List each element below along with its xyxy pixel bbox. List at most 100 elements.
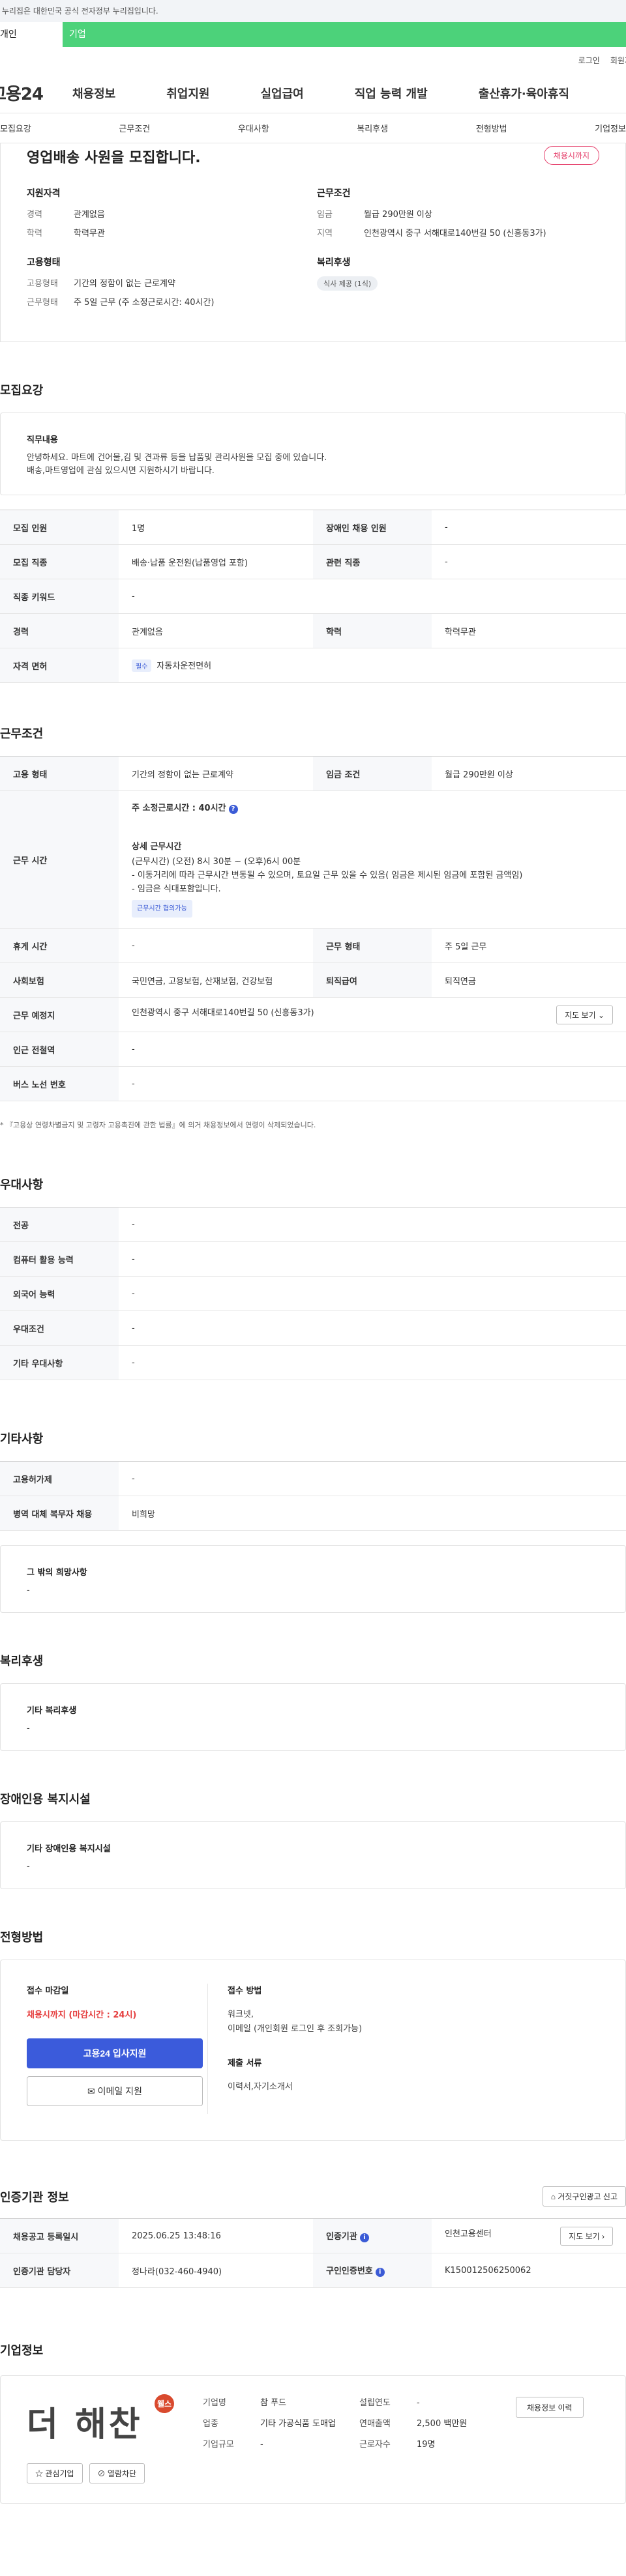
- info-icon[interactable]: i: [359, 2233, 369, 2242]
- method-heading: 접수 방법: [228, 1986, 262, 1996]
- agency-label-text: 인증기관: [326, 2232, 357, 2242]
- gnb-parental-leave[interactable]: 출산휴가·육아휴직: [479, 85, 569, 102]
- insurance-label: 사회보험: [0, 962, 119, 998]
- email-apply-button[interactable]: ✉ 이메일 지원: [27, 2076, 203, 2106]
- tab-process[interactable]: 전형방법: [476, 122, 507, 134]
- detail-hours-heading: 상세 근무시간: [132, 842, 182, 852]
- gnb-vocational-training[interactable]: 직업 능력 개발: [355, 85, 428, 102]
- info-icon[interactable]: i: [375, 2268, 385, 2277]
- work-type-label: 근무 형태: [313, 928, 432, 963]
- tab-preferences[interactable]: 우대사항: [238, 122, 269, 134]
- work-table: 고용 형태 기간의 정함이 없는 근로계약 임금 조건 월급 290만원 이상 …: [0, 756, 626, 1101]
- company-logo: 더 해찬 웰스: [27, 2394, 203, 2457]
- break-time-label: 휴게 시간: [0, 928, 119, 963]
- recruit-table: 모집 인원 1명 장애인 채용 인원 - 모집 직종 배송·납품 운전원(납품영…: [0, 510, 626, 683]
- map-view-button[interactable]: 지도 보기 ⌄: [556, 1005, 613, 1024]
- table-row: 기타 우대사항 -: [0, 1345, 626, 1380]
- related-job-label: 관련 직종: [313, 544, 432, 579]
- company-name-label: 기업명: [203, 2398, 226, 2408]
- chevron-right-icon: ›: [602, 2231, 604, 2241]
- report-fake-ad-button[interactable]: ⌂ 거짓구인광고 신고: [542, 2186, 626, 2207]
- tab-recruit[interactable]: 모집요강: [0, 122, 31, 134]
- table-row: 전공 -: [0, 1207, 626, 1242]
- recruit-section-title: 모집요강: [0, 384, 44, 398]
- bus-value: -: [119, 1066, 626, 1101]
- employment-heading: 고용형태: [27, 257, 61, 268]
- table-row: 인근 전철역 -: [0, 1032, 626, 1067]
- facility-value: -: [27, 1862, 30, 1872]
- preference-table: 전공 - 컴퓨터 활용 능력 - 외국어 능력 - 우대조건 - 기타 우대사항 -: [0, 1207, 626, 1380]
- process-box: 접수 마감일 채용시까지 (마감시간 : 24시) 고용24 입사지원 ✉ 이메…: [0, 1960, 626, 2141]
- founded-label: 설립연도: [359, 2398, 391, 2408]
- table-row: 자격 면허 필수 자동차운전면허: [0, 648, 626, 683]
- mail-icon: ✉: [87, 2086, 95, 2096]
- agency-header: 인증기관 정보 ⌂ 거짓구인광고 신고: [0, 2186, 626, 2207]
- job-history-button[interactable]: 채용정보 이력: [516, 2397, 584, 2418]
- military-service-label: 병역 대체 복무자 채용: [0, 1496, 119, 1531]
- documents-heading: 제출 서류: [228, 2059, 262, 2068]
- login-link[interactable]: 로그인: [578, 55, 600, 66]
- signup-link[interactable]: 회원가입: [610, 55, 626, 66]
- chevron-down-icon: ⌄: [597, 1010, 604, 1020]
- report-label: 거짓구인광고 신고: [558, 2192, 618, 2201]
- tab-welfare[interactable]: 복리후생: [357, 122, 388, 134]
- conditions-block: 근무조건 임금 월급 290만원 이상 지역 인천광역시 중구 서해대로140번길 …: [317, 186, 607, 239]
- career-label: 경력: [0, 613, 119, 648]
- other-preference-label: 기타 우대사항: [0, 1345, 119, 1380]
- company-size-label: 기업규모: [203, 2440, 234, 2450]
- qualification-heading: 지원자격: [27, 188, 61, 199]
- work-hours-label: 근무 시간: [0, 790, 119, 929]
- job-description-line-1: 안녕하세요. 마트에 건어물,김 및 견과류 등을 납품및 관리사원을 모집 중…: [27, 453, 327, 463]
- hours-negotiable-badge: 근무시간 협의가능: [132, 900, 192, 918]
- site-logo[interactable]: 고용24: [0, 81, 72, 105]
- map-view-label: 지도 보기: [565, 1010, 596, 1020]
- etc-section-title: 기타사항: [0, 1432, 44, 1446]
- gnb-unemployment-benefit[interactable]: 실업급여: [261, 85, 304, 102]
- facility-section-title: 장애인용 복지시설: [0, 1793, 91, 1806]
- table-row: 사회보험 국민연금, 고용보험, 산재보험, 건강보험 퇴직급여 퇴직연금: [0, 962, 626, 998]
- process-section-title: 전형방법: [0, 1931, 44, 1945]
- certification-number-value: K150012506250062: [432, 2253, 626, 2288]
- agency-label: 인증기관 i: [313, 2218, 432, 2253]
- table-row: 모집 직종 배송·납품 운전원(납품영업 포함) 관련 직종 -: [0, 544, 626, 579]
- agency-map-button[interactable]: 지도 보기 ›: [560, 2226, 613, 2246]
- industry-value: 기타 가공식품 도매업: [260, 2419, 336, 2429]
- employment-type-label: 고용형태: [27, 279, 58, 289]
- block-view-button[interactable]: ⊘ 열람차단: [89, 2463, 145, 2483]
- facility-heading: 기타 장애인용 복지시설: [27, 1844, 111, 1854]
- apply-button[interactable]: 고용24 입사지원: [27, 2038, 203, 2068]
- work-type-label: 근무형태: [27, 298, 58, 308]
- gnb-jobs[interactable]: 채용정보: [72, 85, 115, 102]
- employment-block: 고용형태 고용형태 기간의 정함이 없는 근로계약 근무형태 주 5일 근무 (주 …: [27, 255, 317, 308]
- military-service-value: 비희망: [119, 1496, 626, 1531]
- tab-corporate[interactable]: 기업: [63, 22, 626, 47]
- wage-label: 임금: [317, 210, 333, 220]
- table-row: 채용공고 등록일시 2025.06.25 13:48:16 인증기관 i 인천고용…: [0, 2218, 626, 2253]
- company-name-value: 참 푸드: [260, 2398, 287, 2408]
- benefit-box: 기타 복리후생 -: [0, 1683, 626, 1751]
- other-request-value: -: [27, 1585, 30, 1595]
- info-icon[interactable]: ?: [228, 805, 238, 814]
- certification-number-label: 구인인증번호 i: [313, 2253, 432, 2288]
- method-value: 워크넷, 이메일 (개인회원 로그인 후 조회가능): [228, 2008, 362, 2036]
- age-discrimination-note: * 『고용상 연령차별금지 및 고령자 고용촉진에 관한 법률』에 의거 채용정…: [0, 1121, 316, 1129]
- sales-label: 연매출액: [359, 2419, 391, 2429]
- tab-company[interactable]: 기업정보: [595, 122, 626, 134]
- favorite-company-button[interactable]: ☆ 관심기업: [27, 2463, 83, 2483]
- language-value: -: [119, 1276, 626, 1311]
- tab-work-conditions[interactable]: 근무조건: [119, 122, 150, 134]
- registered-at-value: 2025.06.25 13:48:16: [119, 2218, 313, 2253]
- agency-staff-value: 정나라(032-460-4940): [119, 2253, 313, 2288]
- other-request-box: 그 밖의 희망사항 -: [0, 1545, 626, 1613]
- detail-hours-line-1: (근무시간) (오전) 8시 30분 ~ (오후)6시 00분: [132, 857, 301, 867]
- subway-value: -: [119, 1032, 626, 1067]
- company-box: 더 해찬 웰스 ☆ 관심기업 ⊘ 열람차단 기업명 참 푸드 업종 기타 가공식품 …: [0, 2375, 626, 2504]
- disabled-hire-label: 장애인 채용 인원: [313, 510, 432, 545]
- gnb-employment-support[interactable]: 취업지원: [166, 85, 209, 102]
- tab-person[interactable]: 개인: [0, 22, 63, 47]
- conditions-heading: 근무조건: [317, 188, 351, 199]
- detail-hours-line-3: - 임금은 식대포함입니다.: [132, 884, 221, 894]
- disabled-hire-value: -: [432, 510, 626, 545]
- job-keyword-value: -: [119, 579, 626, 614]
- agency-table: 채용공고 등록일시 2025.06.25 13:48:16 인증기관 i 인천고용…: [0, 2218, 626, 2288]
